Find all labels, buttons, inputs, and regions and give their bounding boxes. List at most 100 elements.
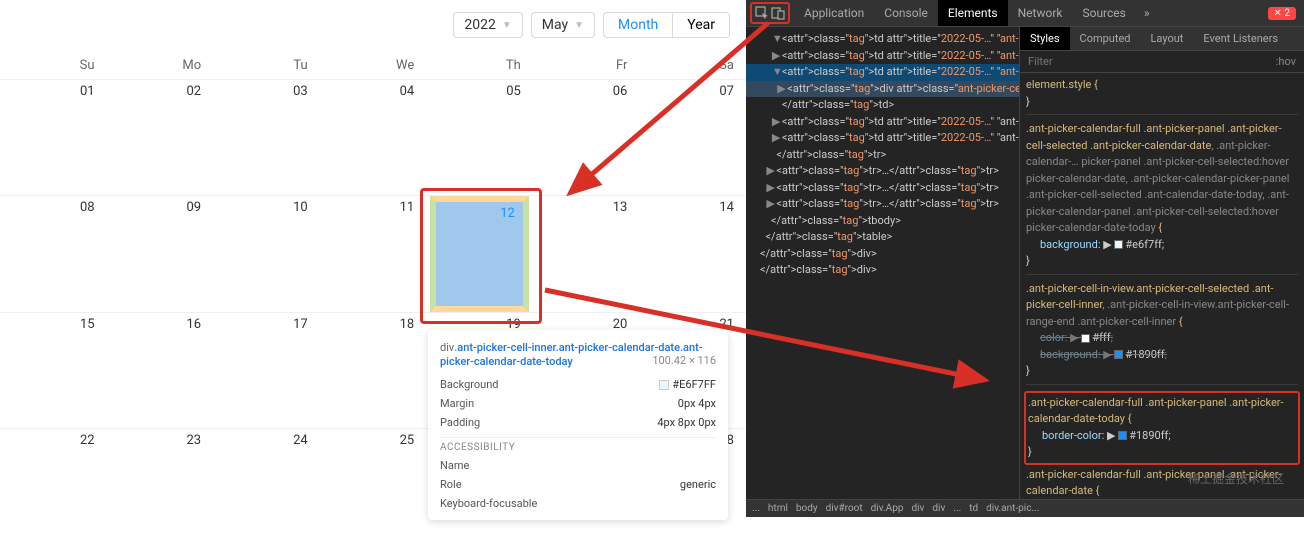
breadcrumb-item[interactable]: div [911, 503, 924, 514]
devtools-tabs: ApplicationConsoleElementsNetworkSources… [746, 0, 1304, 27]
breadcrumb-item[interactable]: div#root [826, 503, 863, 514]
inspector-icon-group [750, 2, 790, 24]
calendar-cell[interactable]: 08 [0, 196, 107, 313]
calendar-cell[interactable]: 12 [426, 196, 533, 313]
device-toggle-icon[interactable] [770, 5, 786, 21]
styles-pane: StylesComputedLayoutEvent Listeners :hov… [1019, 27, 1304, 499]
view-year-button[interactable]: Year [672, 13, 729, 37]
view-mode-radio: Month Year [603, 12, 730, 38]
breadcrumb-item[interactable]: ... [953, 503, 961, 514]
weekday-header: Su [0, 50, 107, 80]
calendar-cell[interactable]: 07 [639, 80, 746, 196]
element-tree-line[interactable]: ▶<attr">class="tag">td attr">title="2022… [746, 130, 1019, 147]
calendar-cell[interactable]: 11 [320, 196, 427, 313]
chevron-down-icon: ▼ [574, 20, 584, 31]
calendar-cell[interactable]: 04 [320, 80, 427, 196]
element-tree-line[interactable]: ▼<attr">class="tag">td attr">title="2022… [746, 64, 1019, 81]
tooltip-role-row: Rolegeneric [440, 478, 716, 491]
element-tree-line[interactable]: </attr">class="tag">td> [746, 97, 1019, 114]
elements-tree[interactable]: ▼<attr">class="tag">td attr">title="2022… [746, 27, 1019, 499]
element-tree-line[interactable]: ▶<attr">class="tag">div attr">class="ant… [746, 81, 1019, 98]
tooltip-padding-row: Padding4px 8px 0px [440, 416, 716, 429]
element-tree-line[interactable]: ▶<attr">class="tag">tr>…</attr">class="t… [746, 196, 1019, 213]
year-select[interactable]: 2022 ▼ [453, 12, 522, 38]
devtools-tab-console[interactable]: Console [874, 0, 938, 26]
element-tree-line[interactable]: ▶<attr">class="tag">tr>…</attr">class="t… [746, 163, 1019, 180]
calendar-panel: 2022 ▼ May ▼ Month Year SuMoTuWeThFrSa 0… [0, 0, 746, 517]
styles-filter-bar: :hov [1020, 51, 1304, 73]
breadcrumb-item[interactable]: ... [752, 503, 760, 514]
view-month-button[interactable]: Month [604, 13, 672, 37]
devtools-tab-sources[interactable]: Sources [1072, 0, 1135, 26]
element-inspector-tooltip: div.ant-picker-cell-inner.ant-picker-cal… [428, 330, 728, 520]
hov-toggle[interactable]: :hov [1268, 51, 1304, 72]
element-tree-line[interactable]: </attr">class="tag">div> [746, 262, 1019, 279]
element-tree-line[interactable]: ▶<attr">class="tag">td attr">title="2022… [746, 114, 1019, 131]
more-tabs-icon[interactable]: » [1136, 0, 1158, 26]
styles-rules[interactable]: element.style {} .ant-picker-calendar-ful… [1020, 73, 1304, 499]
element-tree-line[interactable]: </attr">class="tag">div> [746, 246, 1019, 263]
error-count-badge[interactable]: ✕ 2 [1268, 7, 1296, 20]
calendar-header: 2022 ▼ May ▼ Month Year [0, 0, 746, 50]
weekday-header: Fr [533, 50, 640, 80]
devtools-tab-elements[interactable]: Elements [938, 0, 1008, 26]
element-tree-line[interactable]: </attr">class="tag">tr> [746, 147, 1019, 164]
breadcrumb-item[interactable]: td [969, 503, 978, 514]
styles-tab-layout[interactable]: Layout [1141, 27, 1194, 50]
styles-tab-event-listeners[interactable]: Event Listeners [1193, 27, 1288, 50]
css-rule[interactable]: element.style {} [1026, 77, 1298, 115]
breadcrumb-item[interactable]: div [932, 503, 945, 514]
breadcrumb-item[interactable]: html [768, 503, 788, 514]
calendar-cell[interactable]: 10 [213, 196, 320, 313]
devtools-tab-network[interactable]: Network [1008, 0, 1073, 26]
tooltip-kbd-row: Keyboard-focusable [440, 497, 716, 510]
calendar-cell[interactable]: 05 [426, 80, 533, 196]
tooltip-name-row: Name [440, 459, 716, 472]
calendar-cell[interactable]: 25 [320, 429, 427, 545]
calendar-cell[interactable]: 14 [639, 196, 746, 313]
element-tree-line[interactable]: ▶<attr">class="tag">tr>…</attr">class="t… [746, 180, 1019, 197]
calendar-cell[interactable]: 09 [107, 196, 214, 313]
chevron-down-icon: ▼ [502, 20, 512, 31]
tooltip-margin-row: Margin0px 4px [440, 397, 716, 410]
watermark: 稀土掘金技术社区 [1188, 470, 1284, 487]
weekday-header: Mo [107, 50, 214, 80]
breadcrumb-item[interactable]: div.App [871, 503, 904, 514]
calendar-cell[interactable]: 24 [213, 429, 320, 545]
tooltip-accessibility-header: ACCESSIBILITY [440, 442, 716, 453]
tooltip-dimensions: 100.42 × 116 [652, 354, 716, 367]
tooltip-background-row: Background #E6F7FF [440, 378, 716, 391]
styles-tab-styles[interactable]: Styles [1020, 27, 1070, 50]
weekday-header: Sa [639, 50, 746, 80]
css-rule[interactable]: .ant-picker-cell-in-view.ant-picker-cell… [1026, 281, 1298, 385]
calendar-cell[interactable]: 18 [320, 313, 427, 429]
month-label: May [542, 17, 568, 33]
month-select[interactable]: May ▼ [531, 12, 595, 38]
calendar-cell[interactable]: 06 [533, 80, 640, 196]
breadcrumb-item[interactable]: body [796, 503, 818, 514]
element-tree-line[interactable]: ▼<attr">class="tag">td attr">title="2022… [746, 31, 1019, 48]
calendar-cell[interactable]: 22 [0, 429, 107, 545]
weekday-header: Tu [213, 50, 320, 80]
year-label: 2022 [464, 17, 495, 33]
calendar-cell[interactable]: 01 [0, 80, 107, 196]
calendar-cell[interactable]: 02 [107, 80, 214, 196]
calendar-cell[interactable]: 15 [0, 313, 107, 429]
calendar-cell[interactable]: 23 [107, 429, 214, 545]
calendar-cell[interactable]: 13 [533, 196, 640, 313]
css-rule[interactable]: .ant-picker-calendar-full .ant-picker-pa… [1026, 121, 1298, 275]
styles-tab-computed[interactable]: Computed [1070, 27, 1141, 50]
calendar-cell[interactable]: 16 [107, 313, 214, 429]
devtools-tab-application[interactable]: Application [794, 0, 874, 26]
calendar-cell[interactable]: 03 [213, 80, 320, 196]
devtools-panel: ApplicationConsoleElementsNetworkSources… [746, 0, 1304, 517]
element-picker-icon[interactable] [754, 5, 770, 21]
css-rule[interactable]: .ant-picker-calendar-full .ant-picker-pa… [1024, 391, 1300, 465]
styles-filter-input[interactable] [1020, 51, 1268, 72]
breadcrumb-item[interactable]: div.ant-pic... [986, 503, 1039, 514]
breadcrumb[interactable]: ... html body div#root div.App divdiv... tddiv… [746, 499, 1304, 517]
element-tree-line[interactable]: ▶<attr">class="tag">td attr">title="2022… [746, 48, 1019, 65]
element-tree-line[interactable]: </attr">class="tag">table> [746, 229, 1019, 246]
element-tree-line[interactable]: </attr">class="tag">tbody> [746, 213, 1019, 230]
calendar-cell[interactable]: 17 [213, 313, 320, 429]
